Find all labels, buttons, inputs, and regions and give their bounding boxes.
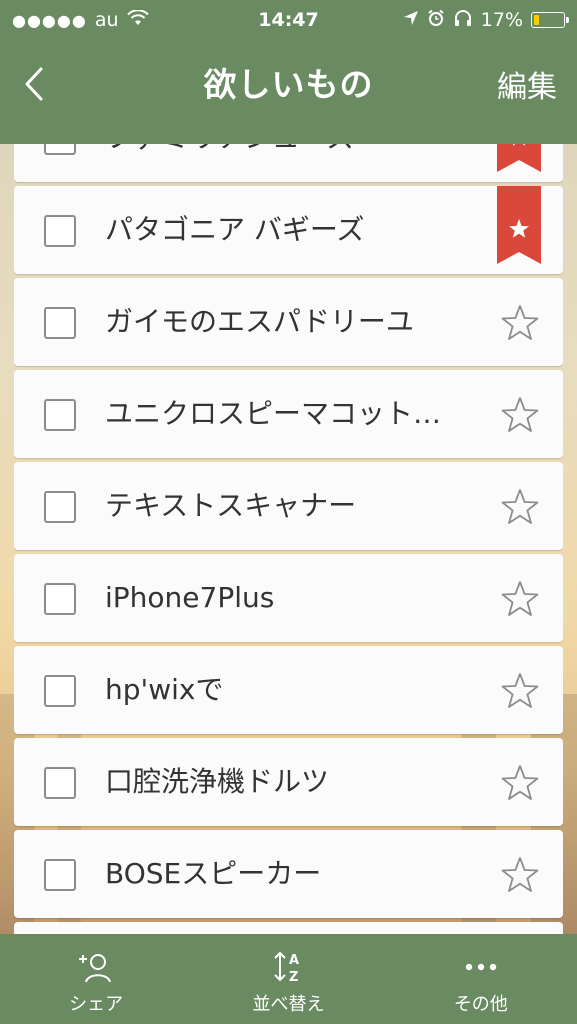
star-outline-icon[interactable] — [501, 488, 539, 526]
list-item[interactable]: 口腔洗浄機ドルツ — [14, 738, 563, 826]
item-checkbox[interactable] — [44, 859, 76, 891]
sort-az-icon: AZ — [271, 948, 305, 986]
item-label: テキストスキャナー — [105, 489, 357, 522]
share-button[interactable]: シェア — [1, 934, 191, 1016]
list-item[interactable]: ユニクロスピーマコット… — [14, 370, 563, 458]
svg-text:A: A — [289, 953, 299, 968]
add-person-icon — [76, 948, 116, 986]
list-item[interactable]: パタゴニア バギーズ — [14, 186, 563, 274]
star-outline-icon[interactable] — [501, 764, 539, 802]
list-item[interactable]: BOSEスピーカー — [14, 830, 563, 918]
chevron-left-icon[interactable] — [14, 64, 54, 104]
item-checkbox[interactable] — [44, 583, 76, 615]
list-item[interactable]: ファミリアシューズ — [14, 144, 563, 182]
item-label: ファミリアシューズ — [105, 144, 354, 182]
page-title: 欲しいもの — [203, 65, 374, 104]
list-item[interactable] — [14, 922, 563, 934]
star-outline-icon[interactable] — [501, 856, 539, 894]
star-outline-icon[interactable] — [501, 396, 539, 434]
item-label: 口腔洗浄機ドルツ — [105, 765, 330, 798]
battery-percent: 17% — [480, 9, 523, 31]
list-item[interactable]: iPhone7Plus — [14, 554, 563, 642]
star-outline-icon[interactable] — [501, 580, 539, 618]
navigation-bar: 欲しいもの 編集 — [0, 40, 577, 144]
more-button[interactable]: その他 — [386, 934, 576, 1016]
alarm-clock-icon — [427, 9, 445, 32]
sort-label: 並べ替え — [252, 994, 325, 1015]
star-outline-icon[interactable] — [501, 672, 539, 710]
item-checkbox[interactable] — [44, 215, 76, 247]
battery-icon — [531, 12, 569, 28]
item-label: iPhone7Plus — [105, 581, 275, 614]
status-bar: ●●●●● au 14:47 17% — [0, 0, 577, 40]
bottom-toolbar: シェア AZ 並べ替え その他 — [0, 934, 577, 1024]
item-checkbox[interactable] — [44, 491, 76, 523]
list-item[interactable]: hp'wixで — [14, 646, 563, 734]
item-checkbox[interactable] — [44, 767, 76, 799]
share-label: シェア — [69, 994, 124, 1015]
svg-text:Z: Z — [289, 970, 298, 984]
more-label: その他 — [453, 994, 508, 1015]
item-label: ユニクロスピーマコット… — [105, 397, 442, 430]
more-dots-icon — [464, 948, 498, 986]
item-checkbox[interactable] — [44, 307, 76, 339]
starred-ribbon-icon[interactable] — [497, 186, 541, 264]
headphones-icon — [453, 9, 473, 32]
item-checkbox[interactable] — [44, 399, 76, 431]
item-label: BOSEスピーカー — [105, 857, 322, 890]
item-label: hp'wixで — [105, 673, 224, 706]
star-outline-icon[interactable] — [501, 304, 539, 342]
list-item[interactable]: ガイモのエスパドリーユ — [14, 278, 563, 366]
item-checkbox[interactable] — [44, 675, 76, 707]
sort-button[interactable]: AZ 並べ替え — [193, 934, 383, 1016]
wishlist-list: ファミリアシューズパタゴニア バギーズガイモのエスパドリーユユニクロスピーマコッ… — [14, 144, 563, 934]
starred-ribbon-icon[interactable] — [497, 144, 541, 172]
location-arrow-icon — [403, 9, 419, 31]
item-label: ガイモのエスパドリーユ — [105, 305, 414, 338]
wifi-icon — [126, 9, 149, 31]
item-checkbox[interactable] — [44, 144, 76, 155]
battery-fill — [534, 15, 539, 25]
signal-strength: ●●●●● — [12, 10, 87, 30]
list-item[interactable]: テキストスキャナー — [14, 462, 563, 550]
item-label: パタゴニア バギーズ — [105, 213, 365, 246]
edit-button[interactable]: 編集 — [497, 62, 557, 106]
carrier-name: au — [94, 9, 119, 31]
